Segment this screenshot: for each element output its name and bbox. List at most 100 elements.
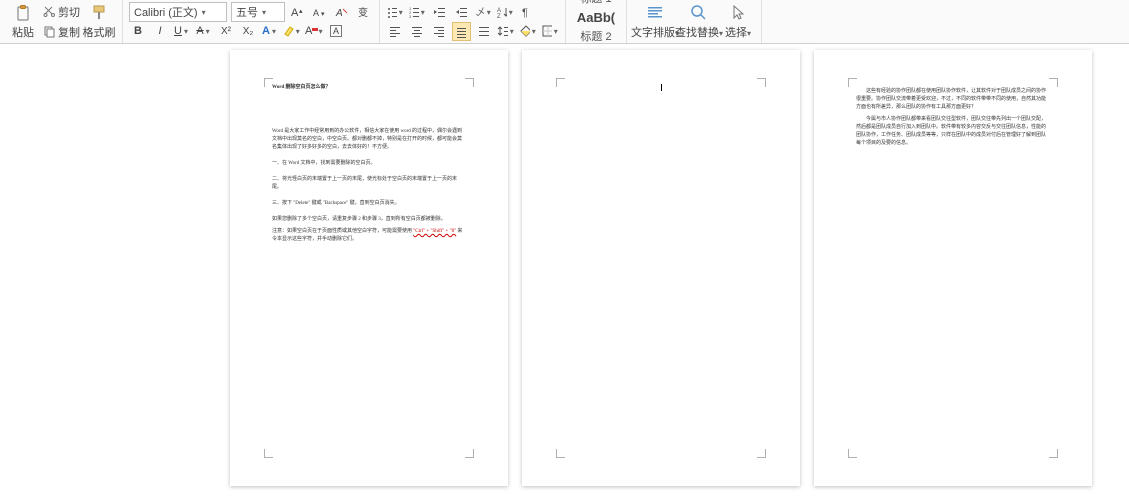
- bullets-button[interactable]: ▾: [386, 3, 404, 21]
- svg-text:▴: ▴: [299, 8, 303, 15]
- select-label: 选择: [725, 27, 747, 39]
- format-painter-button[interactable]: 格式刷: [82, 0, 116, 43]
- document-page-1[interactable]: Word 删除空白页怎么做？ Word 是大家工作中经常用到的办公软件，相信大家…: [230, 50, 508, 486]
- text-cursor: [661, 84, 662, 91]
- clear-format-button[interactable]: A: [333, 3, 351, 21]
- styles-gallery: AaBbCcDd 正文 AaBb 标题 1 AaBb( 标题 2 AaBbC 标…: [566, 0, 627, 43]
- paste-label: 粘贴: [12, 24, 34, 40]
- style-heading2[interactable]: AaBb( 标题 2: [572, 7, 620, 45]
- page-paragraph: 二、将光怪白页的末端置于上一页的末尾，使光标处于空白页的末端置于上一页的末尾。: [272, 176, 466, 192]
- decrease-indent-button[interactable]: [430, 3, 448, 21]
- editing-group: 文字排版▾ 查找替换▾ 选择▾: [627, 0, 762, 43]
- increase-font-button[interactable]: A▴: [289, 3, 307, 21]
- clipboard-icon: [13, 3, 33, 23]
- crop-mark: [848, 449, 857, 458]
- chevron-down-icon: ▾: [202, 8, 206, 17]
- svg-text:¶: ¶: [522, 7, 528, 19]
- svg-text:乄: 乄: [476, 7, 485, 17]
- char-border-button[interactable]: A: [327, 22, 345, 40]
- page-paragraph: 一、在 Word 文档中，找到需要删除的空白页。: [272, 160, 466, 168]
- cursor-icon: [728, 3, 748, 23]
- superscript-button[interactable]: X²: [217, 22, 235, 40]
- font-color-button[interactable]: A▾: [305, 22, 323, 40]
- paintbrush-icon: [89, 3, 109, 23]
- spellcheck-highlight: "Ctrl" + "Shift" + "8": [413, 229, 456, 234]
- page-content: 这些有经验的协作团队都在使用团队协作软件，让其软件对于团队成员之间的协作很重要。…: [856, 84, 1050, 152]
- copy-button[interactable]: 复制: [42, 23, 80, 41]
- show-marks-button[interactable]: ¶: [518, 3, 536, 21]
- font-group: Calibri (正文) ▾ 五号 ▾ A▴ A▾ A 变 B I U▾ A▾ …: [123, 0, 380, 43]
- style-label: 标题 1: [580, 0, 611, 6]
- align-justify-button[interactable]: [452, 22, 471, 41]
- page-content: Word 删除空白页怎么做？ Word 是大家工作中经常用到的办公软件，相信大家…: [272, 84, 466, 248]
- find-replace-button[interactable]: 查找替换▾: [677, 0, 721, 43]
- scissors-icon: [42, 5, 56, 19]
- svg-text:Z: Z: [497, 14, 501, 19]
- page-title: Word 删除空白页怎么做？: [272, 84, 466, 92]
- svg-text:A: A: [313, 8, 319, 18]
- text-layout-icon: [645, 3, 665, 23]
- crop-mark: [757, 449, 766, 458]
- asian-layout-button[interactable]: 乄▾: [474, 3, 492, 21]
- font-name-combo[interactable]: Calibri (正文) ▾: [129, 2, 227, 22]
- text-layout-button[interactable]: 文字排版▾: [633, 0, 677, 43]
- page-paragraph: 三、按下 "Delete" 键或 "Backspace" 键，直到空白页消失。: [272, 200, 466, 208]
- ribbon-toolbar: 粘贴 剪切 复制 格式刷 C: [0, 0, 1129, 44]
- align-left-button[interactable]: [386, 22, 404, 40]
- align-center-button[interactable]: [408, 22, 426, 40]
- format-painter-label: 格式刷: [83, 24, 116, 40]
- font-size-combo[interactable]: 五号 ▾: [231, 2, 285, 22]
- page-paragraph: 今属与市人协作团队都带来看团队交往型软件，团队交往带先列出一个团队交配，然后都是…: [856, 116, 1050, 148]
- font-size-value: 五号: [236, 4, 258, 20]
- crop-mark: [465, 449, 474, 458]
- copy-icon: [42, 25, 56, 39]
- search-icon: [689, 3, 709, 23]
- chevron-down-icon: ▾: [262, 8, 266, 17]
- bold-button[interactable]: B: [129, 22, 147, 40]
- crop-mark: [264, 449, 273, 458]
- paragraph-group: ▾ 123▾ 乄▾ AZ▾ ¶ ▾ ▾ ▾: [380, 0, 566, 43]
- crop-mark: [1049, 78, 1058, 87]
- document-workspace[interactable]: Word 删除空白页怎么做？ Word 是大家工作中经常用到的办公软件，相信大家…: [0, 44, 1129, 501]
- style-label: 标题 2: [580, 28, 611, 44]
- svg-text:▾: ▾: [321, 11, 325, 18]
- font-name-value: Calibri (正文): [134, 4, 198, 20]
- subscript-button[interactable]: X₂: [239, 22, 257, 40]
- svg-text:变: 变: [358, 6, 368, 19]
- crop-mark: [556, 449, 565, 458]
- page-paragraph: 这些有经验的协作团队都在使用团队协作软件，让其软件对于团队成员之间的协作很重要。…: [856, 88, 1050, 112]
- decrease-font-button[interactable]: A▾: [311, 3, 329, 21]
- phonetic-guide-button[interactable]: 变: [355, 3, 373, 21]
- crop-mark: [1049, 449, 1058, 458]
- select-button[interactable]: 选择▾: [721, 0, 755, 43]
- strikethrough-button[interactable]: A▾: [195, 22, 213, 40]
- page-paragraph: 如果您删除了多个空白页，请重复步骤 2 和步骤 3，直到所有空白页都被删除。: [272, 216, 466, 224]
- distribute-button[interactable]: [475, 22, 493, 40]
- clipboard-group: 粘贴 剪切 复制 格式刷: [0, 0, 123, 43]
- paste-button[interactable]: 粘贴: [6, 0, 40, 43]
- borders-button[interactable]: ▾: [541, 22, 559, 40]
- underline-button[interactable]: U▾: [173, 22, 191, 40]
- text-effects-button[interactable]: A▾: [261, 22, 279, 40]
- cut-label: 剪切: [58, 4, 80, 20]
- line-spacing-button[interactable]: ▾: [497, 22, 515, 40]
- svg-text:3: 3: [409, 14, 412, 19]
- find-replace-label: 查找替换: [675, 27, 719, 39]
- page-paragraph: 注意：如果空白页在于页面性质或其他空白字符，可能需要使用 "Ctrl" + "S…: [272, 228, 466, 244]
- svg-text:A: A: [335, 8, 343, 19]
- align-right-button[interactable]: [430, 22, 448, 40]
- sort-button[interactable]: AZ▾: [496, 3, 514, 21]
- text-layout-label: 文字排版: [631, 27, 675, 39]
- italic-button[interactable]: I: [151, 22, 169, 40]
- shading-button[interactable]: ▾: [519, 22, 537, 40]
- document-page-3[interactable]: 这些有经验的协作团队都在使用团队协作软件，让其软件对于团队成员之间的协作很重要。…: [814, 50, 1092, 486]
- highlight-button[interactable]: ▾: [283, 22, 301, 40]
- numbering-button[interactable]: 123▾: [408, 3, 426, 21]
- cut-button[interactable]: 剪切: [42, 3, 80, 21]
- svg-text:A: A: [291, 7, 299, 19]
- increase-indent-button[interactable]: [452, 3, 470, 21]
- copy-label: 复制: [58, 24, 80, 40]
- document-page-2[interactable]: [522, 50, 800, 486]
- page-paragraph: Word 是大家工作中经常用到的办公软件，相信大家在使用 word 的过程中，偶…: [272, 128, 466, 152]
- crop-mark: [465, 78, 474, 87]
